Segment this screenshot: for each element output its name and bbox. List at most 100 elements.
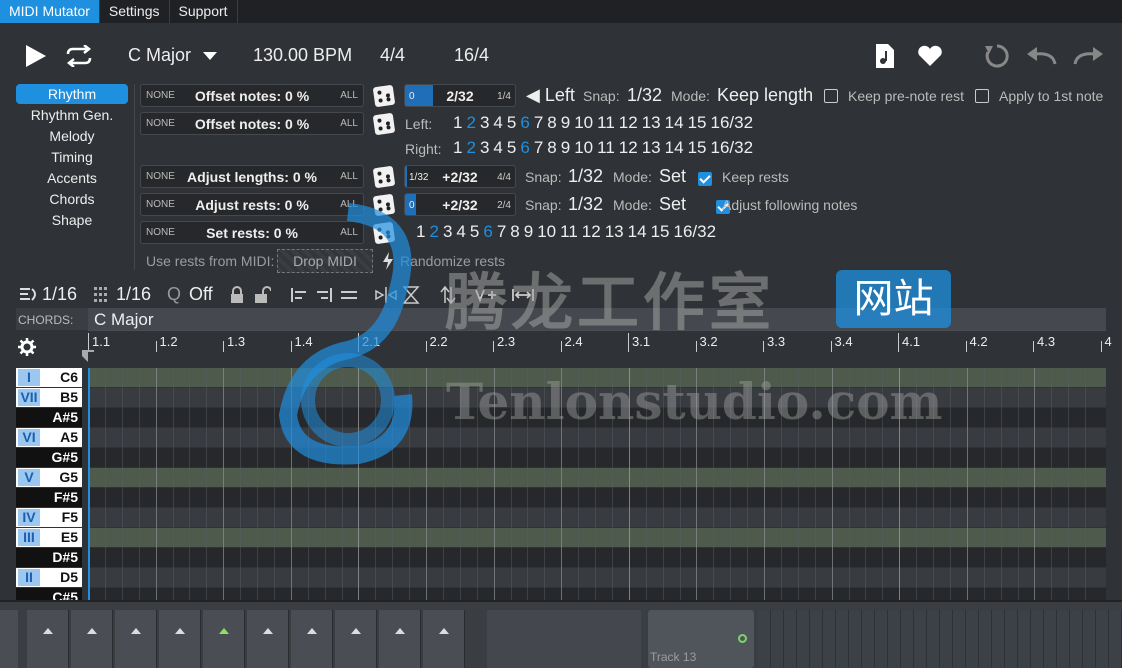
snap-value[interactable]: 1/32 xyxy=(568,194,603,215)
step-number[interactable]: 13 xyxy=(642,138,661,157)
step-number[interactable]: 5 xyxy=(507,113,516,132)
quantize-value[interactable]: 1/16 xyxy=(116,284,151,305)
mode-value[interactable]: Set xyxy=(659,166,686,187)
step-number[interactable]: 12 xyxy=(619,113,638,132)
step-number[interactable]: 9 xyxy=(524,222,533,241)
step-number[interactable]: 5 xyxy=(470,222,479,241)
all-label[interactable]: ALL xyxy=(340,90,358,101)
time-signature[interactable]: 4/4 xyxy=(380,45,405,66)
piano-key[interactable]: V G5 xyxy=(16,468,82,487)
piano-key[interactable]: III E5 xyxy=(16,528,82,547)
step-number[interactable]: 6 xyxy=(483,222,492,241)
adjust-lengths-slider[interactable]: NONE Adjust lengths: 0 % ALL xyxy=(140,165,364,188)
bpm-display[interactable]: 130.00 BPM xyxy=(253,45,352,66)
piano-key[interactable]: G#5 xyxy=(16,448,82,467)
offset-range-slider[interactable]: 0 2/32 1/4 xyxy=(404,84,516,107)
chevron-down-icon[interactable] xyxy=(203,52,217,61)
chord-name[interactable]: C Major xyxy=(94,310,154,330)
step-number[interactable]: 7 xyxy=(497,222,506,241)
sidebar-item-rhythm-gen[interactable]: Rhythm Gen. xyxy=(14,105,130,126)
keep-rests-checkbox[interactable] xyxy=(698,171,712,186)
step-number[interactable]: 16/32 xyxy=(710,138,753,157)
piano-key[interactable]: IV F5 xyxy=(16,508,82,527)
lock-icon[interactable] xyxy=(229,286,245,304)
sidebar-item-shape[interactable]: Shape xyxy=(14,210,130,231)
step-number[interactable]: 9 xyxy=(561,113,570,132)
step-number[interactable]: 14 xyxy=(665,138,684,157)
apply-first-note-checkbox[interactable] xyxy=(975,89,989,103)
piano-key[interactable]: VII B5 xyxy=(16,388,82,407)
step-number[interactable]: 3 xyxy=(480,138,489,157)
redo-icon[interactable] xyxy=(1071,46,1105,66)
step-number[interactable]: 2 xyxy=(429,222,438,241)
step-number[interactable]: 10 xyxy=(537,222,556,241)
host-slot[interactable] xyxy=(423,610,465,668)
keep-pre-note-rest-checkbox[interactable] xyxy=(824,89,838,103)
piano-key[interactable]: II D5 xyxy=(16,568,82,587)
dice-icon[interactable] xyxy=(372,112,396,136)
step-number[interactable]: 15 xyxy=(688,113,707,132)
step-number[interactable]: 12 xyxy=(582,222,601,241)
step-number[interactable]: 1 xyxy=(453,138,462,157)
track-header[interactable]: Track 13 xyxy=(648,610,754,668)
step-number[interactable]: 5 xyxy=(507,138,516,157)
step-number[interactable]: 13 xyxy=(642,113,661,132)
step-number[interactable]: 2 xyxy=(466,113,475,132)
step-number[interactable]: 12 xyxy=(619,138,638,157)
piano-key[interactable]: C#5 xyxy=(16,588,82,600)
host-slot[interactable] xyxy=(335,610,377,668)
midi-file-icon[interactable] xyxy=(875,43,895,69)
step-number[interactable]: 8 xyxy=(547,113,556,132)
piano-key[interactable]: VI A5 xyxy=(16,428,82,447)
dice-icon[interactable] xyxy=(372,165,396,189)
mode-value[interactable]: Keep length xyxy=(717,85,813,106)
step-number[interactable]: 10 xyxy=(574,138,593,157)
step-number[interactable]: 11 xyxy=(560,222,578,241)
loop-icon[interactable] xyxy=(64,45,94,67)
play-icon[interactable] xyxy=(24,44,48,68)
piano-key[interactable]: A#5 xyxy=(16,408,82,427)
step-number[interactable]: 3 xyxy=(480,113,489,132)
host-slot-active[interactable] xyxy=(203,610,245,668)
gear-icon[interactable] xyxy=(18,338,36,356)
quantize-grid-icon[interactable] xyxy=(93,286,113,304)
host-slot[interactable] xyxy=(379,610,421,668)
step-number[interactable]: 8 xyxy=(547,138,556,157)
snap-value[interactable]: 1/32 xyxy=(627,85,662,106)
all-label[interactable]: ALL xyxy=(340,118,358,129)
step-number[interactable]: 8 xyxy=(510,222,519,241)
step-number[interactable]: 13 xyxy=(605,222,624,241)
step-number[interactable]: 4 xyxy=(456,222,465,241)
host-slot[interactable] xyxy=(71,610,113,668)
step-number[interactable]: 7 xyxy=(534,113,543,132)
step-number[interactable]: 4 xyxy=(493,138,502,157)
step-number[interactable]: 1 xyxy=(453,113,462,132)
sidebar-item-rhythm[interactable]: Rhythm xyxy=(16,84,128,104)
step-number[interactable]: 6 xyxy=(520,113,529,132)
host-slot[interactable] xyxy=(27,610,69,668)
step-number[interactable]: 15 xyxy=(651,222,670,241)
step-number[interactable]: 14 xyxy=(628,222,647,241)
step-number[interactable]: 7 xyxy=(534,138,543,157)
all-label[interactable]: ALL xyxy=(340,171,358,182)
menu-midi-mutator[interactable]: MIDI Mutator xyxy=(0,0,100,23)
direction-toggle[interactable]: ◀ Left xyxy=(526,85,575,106)
host-slot[interactable] xyxy=(115,610,157,668)
step-number[interactable]: 16/32 xyxy=(710,113,753,132)
menu-settings[interactable]: Settings xyxy=(100,0,170,23)
snap-value[interactable]: 1/32 xyxy=(568,166,603,187)
pattern-length[interactable]: 16/4 xyxy=(454,45,489,66)
step-number[interactable]: 11 xyxy=(597,138,615,157)
step-number[interactable]: 6 xyxy=(520,138,529,157)
undo-icon[interactable] xyxy=(1025,46,1059,66)
piano-key[interactable]: D#5 xyxy=(16,548,82,567)
track-led-icon[interactable] xyxy=(738,634,747,643)
step-number[interactable]: 9 xyxy=(561,138,570,157)
q-value[interactable]: Off xyxy=(189,284,213,305)
step-number[interactable]: 4 xyxy=(493,113,502,132)
host-slot[interactable] xyxy=(159,610,201,668)
mode-value[interactable]: Set xyxy=(659,194,686,215)
sidebar-item-timing[interactable]: Timing xyxy=(14,147,130,168)
step-number[interactable]: 16/32 xyxy=(673,222,716,241)
step-number[interactable]: 11 xyxy=(597,113,615,132)
